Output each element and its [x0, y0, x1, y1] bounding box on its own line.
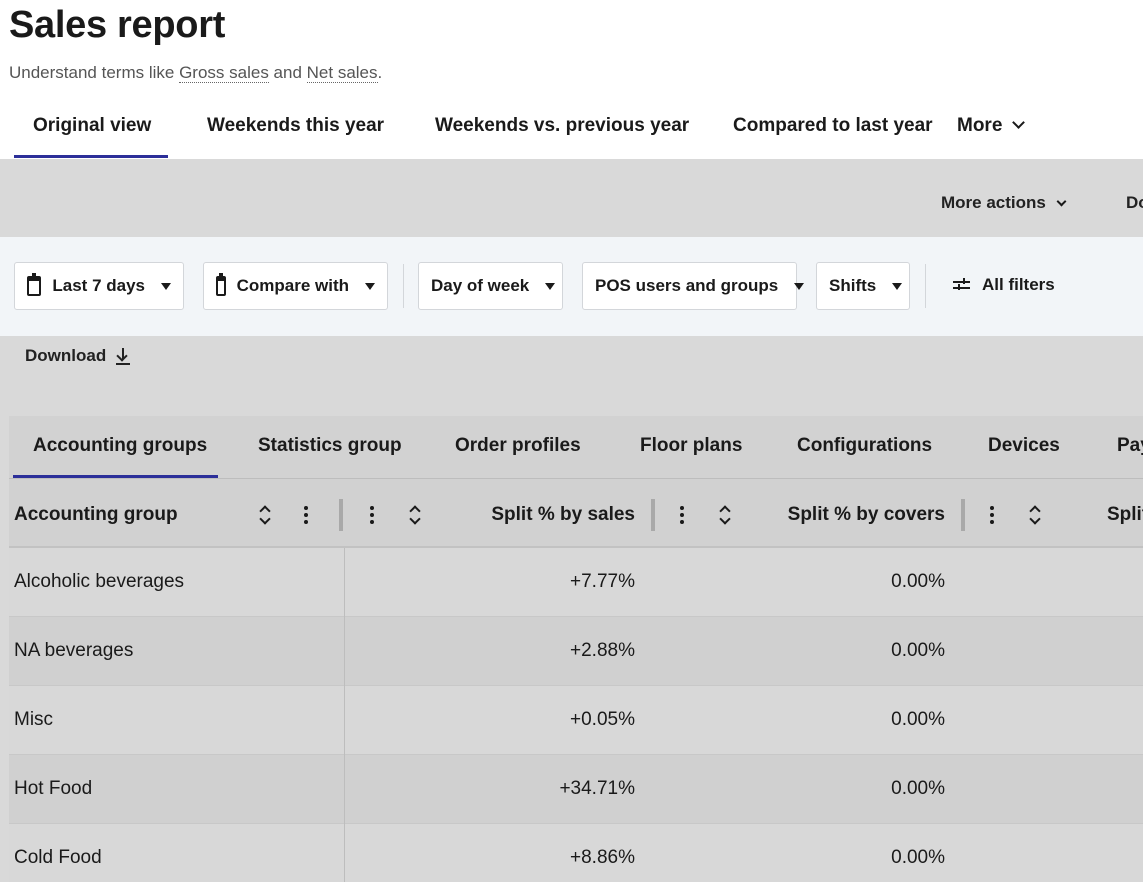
data-tabs: Accounting groups Statistics group Order… — [9, 416, 1143, 478]
more-actions-button[interactable]: More actions — [941, 193, 1067, 213]
caret-down-icon — [545, 282, 556, 290]
chevron-down-icon — [1056, 196, 1067, 207]
day-of-week-label: Day of week — [431, 276, 530, 295]
sort-icon[interactable] — [1029, 505, 1039, 525]
table-row: Cold Food +8.86% 0.00% — [9, 824, 1143, 882]
column-menu-icon[interactable] — [679, 504, 685, 526]
column-resize-handle[interactable] — [961, 499, 965, 531]
split-by-sales-cell: +2.88% — [570, 640, 635, 661]
tab-compared-to-last-year[interactable]: Compared to last year — [733, 115, 933, 137]
tab-original-view[interactable]: Original view — [33, 115, 151, 137]
split-by-sales-cell: +34.71% — [559, 778, 635, 799]
tab-order-profiles[interactable]: Order profiles — [455, 435, 581, 457]
tab-more[interactable]: More — [957, 115, 1026, 137]
tab-payments-truncated[interactable]: Pay — [1117, 435, 1143, 457]
table-row: Misc +0.05% 0.00% — [9, 686, 1143, 755]
accounting-group-cell: NA beverages — [14, 640, 134, 661]
calendar-icon — [27, 273, 42, 296]
caret-down-icon — [161, 282, 171, 290]
split-by-covers-cell: 0.00% — [891, 571, 945, 592]
table-row: Alcoholic beverages +7.77% 0.00% — [9, 548, 1143, 617]
column-menu-icon[interactable] — [303, 504, 309, 526]
accounting-group-cell: Cold Food — [14, 847, 102, 868]
calendar-icon — [216, 273, 226, 296]
tab-statistics-group[interactable]: Statistics group — [258, 435, 402, 457]
page-subtitle: Understand terms like Gross sales and Ne… — [9, 63, 382, 83]
column-header-split-by-covers[interactable]: Split % by covers — [788, 504, 945, 526]
sort-icon[interactable] — [409, 505, 419, 525]
split-by-sales-cell: +8.86% — [570, 847, 635, 868]
accounting-group-cell: Alcoholic beverages — [14, 571, 185, 592]
caret-down-icon — [794, 282, 805, 290]
chevron-down-icon — [1012, 116, 1026, 129]
column-menu-icon[interactable] — [369, 504, 375, 526]
filter-divider — [403, 264, 404, 308]
gross-sales-term-link[interactable]: Gross sales — [179, 63, 269, 83]
sliders-icon — [953, 278, 970, 292]
sort-icon[interactable] — [259, 505, 269, 525]
filter-bar: Last 7 days Compare with Day of week POS… — [0, 237, 1143, 336]
date-range-label: Last 7 days — [52, 276, 145, 295]
view-tabs: Original view Weekends this year Weekend… — [0, 100, 1143, 160]
date-range-filter[interactable]: Last 7 days — [14, 262, 184, 310]
download-icon — [116, 347, 131, 365]
caret-down-icon — [365, 282, 375, 290]
split-by-covers-cell: 0.00% — [891, 709, 945, 730]
column-header-split-truncated[interactable]: Split — [1107, 504, 1143, 526]
split-by-covers-cell: 0.00% — [891, 847, 945, 868]
caret-down-icon — [892, 282, 903, 290]
actions-bar: More actions Do — [0, 159, 1143, 237]
tab-devices[interactable]: Devices — [988, 435, 1060, 457]
accounting-groups-table: Accounting group Split % by sales Split … — [9, 478, 1143, 882]
tab-more-label: More — [957, 115, 1003, 136]
data-panel: Accounting groups Statistics group Order… — [9, 416, 1143, 882]
pos-users-filter[interactable]: POS users and groups — [582, 262, 805, 310]
tab-weekends-vs-previous-year[interactable]: Weekends vs. previous year — [435, 115, 689, 137]
column-header-split-by-sales[interactable]: Split % by sales — [491, 504, 635, 526]
more-actions-label: More actions — [941, 193, 1046, 212]
column-divider — [344, 548, 345, 882]
column-resize-handle[interactable] — [339, 499, 343, 531]
page-title: Sales report — [9, 4, 226, 46]
subtitle-prefix: Understand terms like — [9, 63, 180, 82]
table-header: Accounting group Split % by sales Split … — [9, 478, 1143, 548]
active-tab-indicator — [14, 155, 168, 158]
filter-divider — [925, 264, 926, 308]
split-by-sales-cell: +7.77% — [570, 571, 635, 592]
pos-users-label: POS users and groups — [595, 276, 779, 295]
accounting-group-cell: Misc — [14, 709, 54, 730]
tab-configurations[interactable]: Configurations — [797, 435, 932, 457]
sort-icon[interactable] — [719, 505, 729, 525]
tab-accounting-groups[interactable]: Accounting groups — [33, 435, 207, 457]
split-by-covers-cell: 0.00% — [891, 778, 945, 799]
day-of-week-filter[interactable]: Day of week — [418, 262, 563, 310]
compare-with-filter[interactable]: Compare with — [203, 262, 388, 310]
net-sales-term-link[interactable]: Net sales — [306, 63, 378, 83]
tab-floor-plans[interactable]: Floor plans — [640, 435, 742, 457]
column-header-accounting-group[interactable]: Accounting group — [14, 504, 178, 526]
split-by-covers-cell: 0.00% — [891, 640, 945, 661]
table-row: NA beverages +2.88% 0.00% — [9, 617, 1143, 686]
compare-with-label: Compare with — [236, 276, 349, 295]
shifts-filter[interactable]: Shifts — [816, 262, 910, 310]
accounting-group-cell: Hot Food — [14, 778, 93, 799]
table-row: Hot Food +34.71% 0.00% — [9, 755, 1143, 824]
truncated-action-button[interactable]: Do — [1126, 193, 1143, 213]
column-resize-handle[interactable] — [651, 499, 655, 531]
tab-weekends-this-year[interactable]: Weekends this year — [207, 115, 384, 137]
all-filters-label: All filters — [982, 275, 1055, 294]
subtitle-suffix: . — [377, 63, 383, 82]
column-menu-icon[interactable] — [989, 504, 995, 526]
subtitle-mid: and — [268, 63, 307, 82]
shifts-label: Shifts — [829, 276, 877, 295]
download-button[interactable]: Download — [25, 346, 131, 366]
sales-report-page: Sales report Understand terms like Gross… — [0, 0, 1143, 882]
download-label: Download — [25, 346, 107, 365]
all-filters-button[interactable]: All filters — [953, 275, 1055, 295]
split-by-sales-cell: +0.05% — [570, 709, 635, 730]
